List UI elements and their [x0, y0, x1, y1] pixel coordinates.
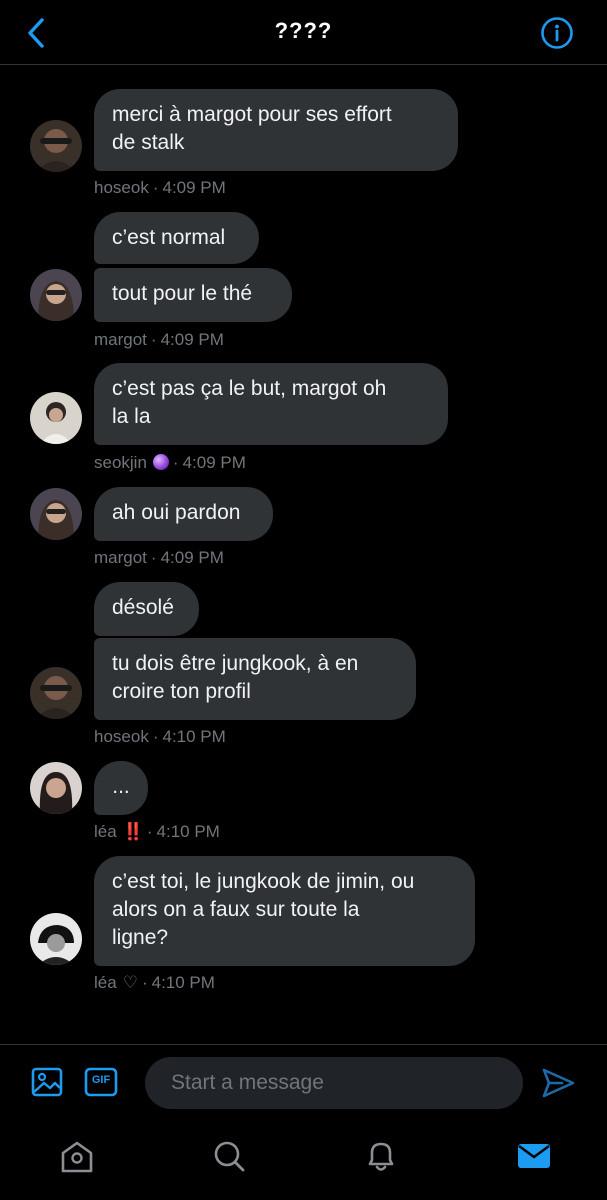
- message-time: 4:10 PM: [162, 727, 226, 746]
- home-icon: [61, 1141, 93, 1173]
- send-button[interactable]: [540, 1067, 576, 1099]
- avatar[interactable]: [30, 762, 82, 814]
- search-icon: [214, 1141, 245, 1172]
- crystal-ball-icon: [152, 454, 169, 470]
- meta-separator: ·: [146, 822, 153, 841]
- sender-name: hoseok: [94, 727, 149, 746]
- message-meta: margot · 4:09 PM: [94, 548, 224, 568]
- sender-name: margot: [94, 330, 147, 349]
- avatar[interactable]: [30, 120, 82, 172]
- message-time: 4:09 PM: [162, 178, 226, 197]
- avatar[interactable]: [30, 913, 82, 965]
- sender-name: margot: [94, 548, 147, 567]
- avatar[interactable]: [30, 488, 82, 540]
- info-button[interactable]: [540, 16, 574, 50]
- avatar[interactable]: [30, 392, 82, 444]
- message-composer: GIF: [0, 1044, 607, 1124]
- double-exclamation-icon: ‼️: [122, 822, 144, 841]
- message-time: 4:10 PM: [151, 973, 215, 992]
- gif-label: GIF: [91, 1074, 111, 1086]
- send-icon: [542, 1068, 575, 1098]
- avatar[interactable]: [30, 269, 82, 321]
- message-bubble[interactable]: merci à margot pour ses effort de stalk: [94, 89, 458, 171]
- message-meta: hoseok · 4:10 PM: [94, 727, 226, 747]
- tab-search[interactable]: [209, 1136, 249, 1176]
- meta-separator: ·: [172, 453, 179, 472]
- messages-icon: [518, 1144, 550, 1168]
- message-time: 4:09 PM: [160, 330, 224, 349]
- message-input[interactable]: [145, 1057, 523, 1109]
- add-image-button[interactable]: [30, 1065, 64, 1099]
- add-gif-button[interactable]: GIF: [84, 1065, 118, 1099]
- message-bubble[interactable]: c’est toi, le jungkook de jimin, ou alor…: [94, 856, 475, 966]
- meta-separator: ·: [150, 330, 157, 349]
- message-meta: léa ♡ · 4:10 PM: [94, 973, 215, 993]
- meta-separator: ·: [150, 548, 157, 567]
- notifications-icon: [368, 1142, 394, 1171]
- message-time: 4:09 PM: [182, 453, 246, 472]
- message-bubble[interactable]: c’est normal: [94, 212, 259, 264]
- message-meta: léa ‼️ · 4:10 PM: [94, 822, 220, 842]
- tab-messages[interactable]: [514, 1136, 554, 1176]
- message-time: 4:10 PM: [156, 822, 220, 841]
- image-icon: [31, 1067, 63, 1097]
- heart-icon: ♡: [122, 973, 138, 992]
- meta-separator: ·: [152, 178, 159, 197]
- tab-home[interactable]: [57, 1136, 97, 1176]
- sender-name: léa: [94, 973, 117, 992]
- message-bubble[interactable]: tout pour le thé: [94, 268, 292, 322]
- meta-separator: ·: [141, 973, 148, 992]
- tab-notifications[interactable]: [361, 1136, 401, 1176]
- message-time: 4:09 PM: [160, 548, 224, 567]
- message-bubble[interactable]: tu dois être jungkook, à en croire ton p…: [94, 638, 416, 720]
- info-icon: [541, 17, 573, 49]
- conversation-title: ????: [274, 18, 333, 43]
- message-meta: hoseok · 4:09 PM: [94, 178, 226, 198]
- avatar[interactable]: [30, 667, 82, 719]
- sender-name: léa: [94, 822, 117, 841]
- meta-separator: ·: [152, 727, 159, 746]
- message-meta: margot · 4:09 PM: [94, 330, 224, 350]
- message-bubble[interactable]: ...: [94, 761, 148, 815]
- message-bubble[interactable]: c’est pas ça le but, margot oh la la: [94, 363, 448, 445]
- conversation-header: ????: [0, 0, 607, 65]
- message-bubble[interactable]: désolé: [94, 582, 199, 636]
- sender-name: hoseok: [94, 178, 149, 197]
- message-meta: seokjin · 4:09 PM: [94, 453, 246, 473]
- tab-bar: [0, 1124, 607, 1200]
- message-bubble[interactable]: ah oui pardon: [94, 487, 273, 541]
- sender-name: seokjin: [94, 453, 147, 472]
